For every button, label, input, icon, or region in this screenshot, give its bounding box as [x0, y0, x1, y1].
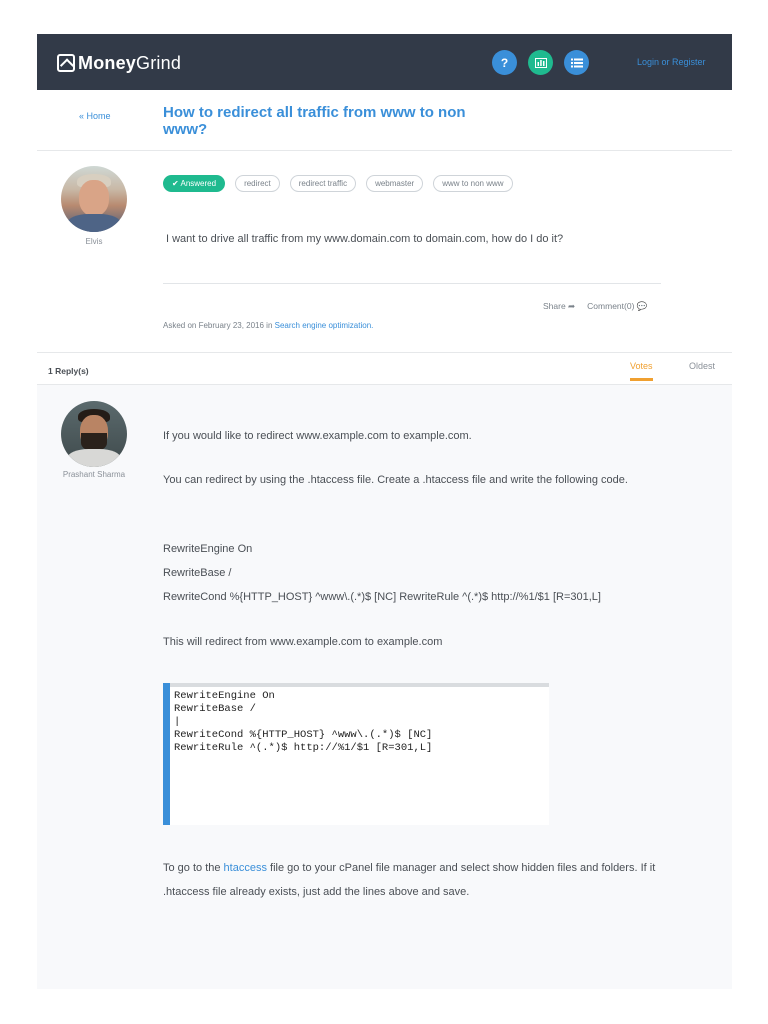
question-author[interactable]: Elvis [39, 237, 149, 246]
tag-redirect[interactable]: redirect [235, 175, 280, 192]
code-line: RewriteEngine On [163, 543, 253, 555]
tab-oldest[interactable]: Oldest [689, 361, 715, 371]
answered-badge: ✔ Answered [163, 175, 226, 192]
answer-author[interactable]: Prashant Sharma [39, 470, 149, 479]
code-line: RewriteBase / [163, 567, 232, 579]
answer-paragraph: To go to the htaccess file go to your cP… [163, 856, 673, 904]
list-icon[interactable] [564, 50, 589, 75]
tag-webmaster[interactable]: webmaster [366, 175, 424, 192]
question-actions: Share ➦ Comment(0) 💬 [543, 301, 647, 312]
asked-meta: Asked on February 23, 2016 in Search eng… [163, 321, 373, 330]
avatar-face [79, 180, 109, 216]
avatar-shirt [67, 214, 121, 232]
reply-count: 1 Reply(s) [48, 366, 89, 376]
asked-date: Asked on February 23, 2016 in [163, 321, 273, 330]
code-screenshot: RewriteEngine On RewriteBase / | Rewrite… [163, 683, 549, 825]
code-line: RewriteCond %{HTTP_HOST} ^www\.(.*)$ [NC… [163, 591, 601, 603]
answer-text: To go to the [163, 862, 224, 874]
answer-paragraph: This will redirect from www.example.com … [163, 636, 443, 648]
avatar[interactable] [61, 166, 127, 232]
page-title: How to redirect all traffic from www to … [163, 104, 466, 138]
code-screenshot-text: RewriteEngine On RewriteBase / | Rewrite… [174, 690, 433, 754]
comment-button[interactable]: Comment(0) 💬 [587, 301, 647, 312]
question-title-bar: « Home How to redirect all traffic from … [37, 90, 732, 151]
chart-icon[interactable] [528, 50, 553, 75]
tab-votes[interactable]: Votes [630, 361, 653, 381]
divider [163, 283, 661, 284]
replies-bar: 1 Reply(s) Votes Oldest [37, 352, 732, 385]
editor-toolbar-strip [170, 683, 549, 687]
home-link[interactable]: « Home [79, 111, 111, 121]
logo-icon [57, 54, 75, 72]
help-icon[interactable]: ? [492, 50, 517, 75]
answer-paragraph: You can redirect by using the .htaccess … [163, 474, 628, 486]
category-link[interactable]: Search engine optimization. [275, 321, 374, 330]
tag-list: ✔ Answered redirect redirect traffic web… [163, 175, 513, 192]
tag-www-to-non-www[interactable]: www to non www [433, 175, 513, 192]
brand-name: MoneyGrind [78, 52, 182, 73]
avatar[interactable] [61, 401, 127, 467]
share-button[interactable]: Share ➦ [543, 301, 575, 312]
answer-panel: Prashant Sharma If you would like to red… [37, 385, 732, 989]
answer-paragraph: If you would like to redirect www.exampl… [163, 430, 472, 442]
page: MoneyGrind ? Login or Register « Home Ho… [37, 34, 732, 989]
htaccess-link[interactable]: htaccess [224, 862, 267, 874]
question-body: I want to drive all traffic from my www.… [166, 233, 564, 245]
question-panel: Elvis ✔ Answered redirect redirect traff… [37, 150, 732, 353]
brand-logo[interactable]: MoneyGrind [57, 52, 181, 74]
login-register-link[interactable]: Login or Register [637, 57, 706, 67]
tag-redirect-traffic[interactable]: redirect traffic [289, 175, 357, 192]
top-navbar: MoneyGrind ? Login or Register [37, 34, 732, 90]
avatar-shirt [67, 449, 121, 467]
